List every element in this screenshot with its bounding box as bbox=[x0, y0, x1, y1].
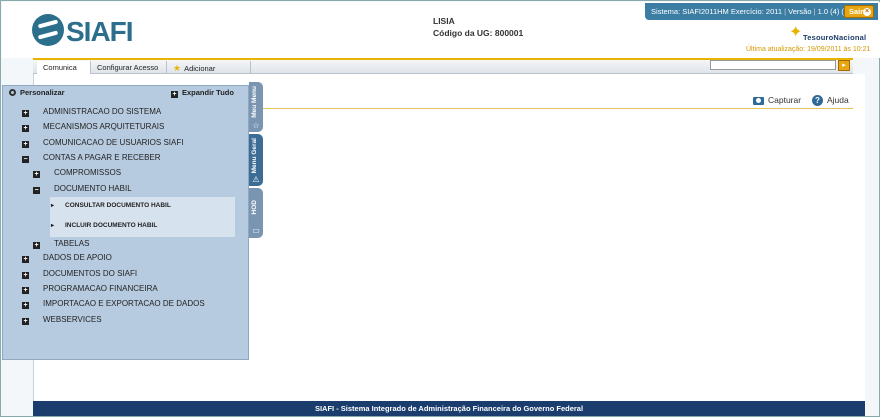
menu-item-label: DOCUMENTO HABIL bbox=[54, 184, 132, 193]
monitor-icon: ▭ bbox=[252, 226, 260, 235]
personalizar-button[interactable]: Personalizar bbox=[9, 88, 65, 97]
personalizar-label: Personalizar bbox=[20, 88, 65, 97]
menu-header: Personalizar + Expandir Tudo bbox=[3, 86, 248, 100]
star-logo-icon: ✦ bbox=[789, 24, 803, 41]
capturar-button[interactable]: Capturar bbox=[753, 95, 801, 105]
expandir-tudo-button[interactable]: + Expandir Tudo bbox=[171, 88, 234, 98]
collapse-icon: − bbox=[33, 187, 40, 194]
app-window: SIAFISIAFISIAFISIAFISIAFISIAFISIAFISIAFI… bbox=[0, 0, 880, 417]
system-bar: Sistema: SIAFI2011HM Exercício: 2011 | V… bbox=[645, 3, 878, 20]
sair-label: Sair bbox=[849, 7, 864, 16]
tesouro-logo: ✦ TesouroNacional bbox=[789, 24, 879, 44]
menu-item[interactable]: − CONTAS A PAGAR E RECEBER bbox=[22, 153, 161, 163]
tab-configurar-acesso[interactable]: Configurar Acesso bbox=[91, 61, 167, 75]
expandir-label: Expandir Tudo bbox=[182, 88, 234, 97]
ug-code: 800001 bbox=[494, 28, 524, 38]
menu-item-label: PROGRAMACAO FINANCEIRA bbox=[43, 284, 158, 293]
version-label: Versão bbox=[788, 7, 812, 16]
menu-item[interactable]: + WEBSERVICES bbox=[22, 315, 102, 325]
arrow-right-icon: ▸ bbox=[51, 223, 55, 229]
submenu-item[interactable]: ▸ CONSULTAR DOCUMENTO HABIL bbox=[51, 202, 171, 209]
tab-label: Configurar Acesso bbox=[97, 63, 159, 72]
star-icon: ★ bbox=[173, 63, 182, 73]
submenu-item-label: CONSULTAR DOCUMENTO HABIL bbox=[65, 202, 171, 209]
menu-item[interactable]: + ADMINISTRACAO DO SISTEMA bbox=[22, 107, 161, 117]
sair-button[interactable]: Sair × bbox=[844, 5, 874, 18]
expand-icon: + bbox=[33, 171, 40, 178]
user-info: LISIA Código da UG: 800001 bbox=[433, 15, 523, 39]
expand-icon: + bbox=[22, 110, 29, 117]
menu-item[interactable]: + PROGRAMACAO FINANCEIRA bbox=[22, 284, 158, 294]
submenu-item[interactable]: ▸ INCLUIR DOCUMENTO HABIL bbox=[51, 222, 157, 229]
menu-item[interactable]: + COMPROMISSOS bbox=[33, 168, 121, 178]
tab-label: Comunica bbox=[43, 63, 77, 72]
last-update: Última atualização: 19/09/2011 às 10:21 bbox=[746, 46, 871, 53]
star-icon: ☆ bbox=[252, 121, 260, 130]
menu-item-label: COMUNICACAO DE USUARIOS SIAFI bbox=[43, 138, 184, 147]
menu-item-label: IMPORTACAO E EXPORTACAO DE DADOS bbox=[43, 299, 205, 308]
submenu-item-label: INCLUIR DOCUMENTO HABIL bbox=[65, 222, 158, 229]
expand-icon: + bbox=[22, 272, 29, 279]
tesouro-label: TesouroNacional bbox=[803, 33, 867, 42]
tab-comunica[interactable]: Comunica bbox=[37, 61, 91, 75]
siafi-logo: SIAFI bbox=[32, 14, 134, 48]
menu-panel: Personalizar + Expandir Tudo + ADMINISTRAC… bbox=[2, 85, 249, 360]
system-info: Sistema: SIAFI2011HM Exercício: 2011 bbox=[651, 7, 783, 16]
menu-item[interactable]: + COMUNICACAO DE USUARIOS SIAFI bbox=[22, 138, 183, 148]
side-tab-hod[interactable]: HOD ▭ bbox=[249, 188, 263, 238]
side-tab-label: HOD bbox=[251, 200, 258, 215]
side-tab-label: Menu Geral bbox=[251, 138, 258, 174]
gear-icon bbox=[9, 89, 16, 96]
expand-icon: + bbox=[22, 141, 29, 148]
tab-adicionar-favoritos[interactable]: ★Adicionar Favoritos bbox=[167, 61, 251, 83]
side-tab-meu-menu[interactable]: Meu Menu ☆ bbox=[249, 82, 263, 132]
menu-item-label: COMPROMISSOS bbox=[54, 168, 122, 177]
collapse-icon: − bbox=[22, 156, 29, 163]
expand-icon: + bbox=[22, 287, 29, 294]
menu-item-label: WEBSERVICES bbox=[43, 315, 102, 324]
expand-icon: + bbox=[22, 256, 29, 263]
side-tab-menu-geral[interactable]: Menu Geral ⚠ bbox=[249, 134, 263, 186]
expand-icon: + bbox=[22, 125, 29, 132]
expand-icon: + bbox=[22, 318, 29, 325]
footer: SIAFI - Sistema Integrado de Administraç… bbox=[33, 401, 865, 416]
user-name: LISIA bbox=[433, 16, 455, 26]
menu-item-label: DOCUMENTOS DO SIAFI bbox=[43, 269, 138, 278]
menu-item[interactable]: + DOCUMENTOS DO SIAFI bbox=[22, 269, 137, 279]
menu-item[interactable]: − DOCUMENTO HABIL bbox=[33, 184, 132, 194]
toolbar-divider bbox=[249, 108, 853, 109]
expand-icon: + bbox=[33, 242, 40, 249]
help-icon: ? bbox=[812, 95, 823, 107]
menu-item-label: TABELAS bbox=[54, 239, 90, 248]
menu-item-label: CONTAS A PAGAR E RECEBER bbox=[43, 153, 161, 162]
arrow-right-icon: ▸ bbox=[842, 62, 846, 69]
ug-label: Código da UG: bbox=[433, 28, 493, 38]
siafi-logo-icon bbox=[32, 14, 64, 46]
capturar-label: Capturar bbox=[768, 95, 802, 105]
menu-item[interactable]: + MECANISMOS ARQUITETURAIS bbox=[22, 122, 164, 132]
search-go-button[interactable]: ▸ bbox=[838, 60, 850, 71]
ajuda-label: Ajuda bbox=[827, 95, 849, 105]
search-input[interactable] bbox=[710, 60, 836, 70]
warning-icon: ⚠ bbox=[252, 175, 260, 184]
expand-icon: + bbox=[22, 302, 29, 309]
expand-icon: + bbox=[171, 91, 178, 98]
menu-item-label: ADMINISTRACAO DO SISTEMA bbox=[43, 107, 162, 116]
side-tab-label: Meu Menu bbox=[251, 86, 258, 118]
ajuda-button[interactable]: ? Ajuda bbox=[812, 95, 849, 107]
menu-item-label: DADOS DE APOIO bbox=[43, 253, 112, 262]
menu-item[interactable]: + TABELAS bbox=[33, 239, 89, 249]
menu-item[interactable]: + DADOS DE APOIO bbox=[22, 253, 112, 263]
arrow-right-icon: ▸ bbox=[51, 203, 55, 209]
close-icon: × bbox=[863, 8, 871, 16]
menu-item[interactable]: + IMPORTACAO E EXPORTACAO DE DADOS bbox=[22, 299, 205, 309]
header: SIAFI LISIA Código da UG: 800001 Sistema… bbox=[2, 2, 880, 58]
menu-item-label: MECANISMOS ARQUITETURAIS bbox=[43, 122, 165, 131]
siafi-logo-text: SIAFI bbox=[66, 16, 134, 47]
camera-icon bbox=[753, 96, 764, 105]
